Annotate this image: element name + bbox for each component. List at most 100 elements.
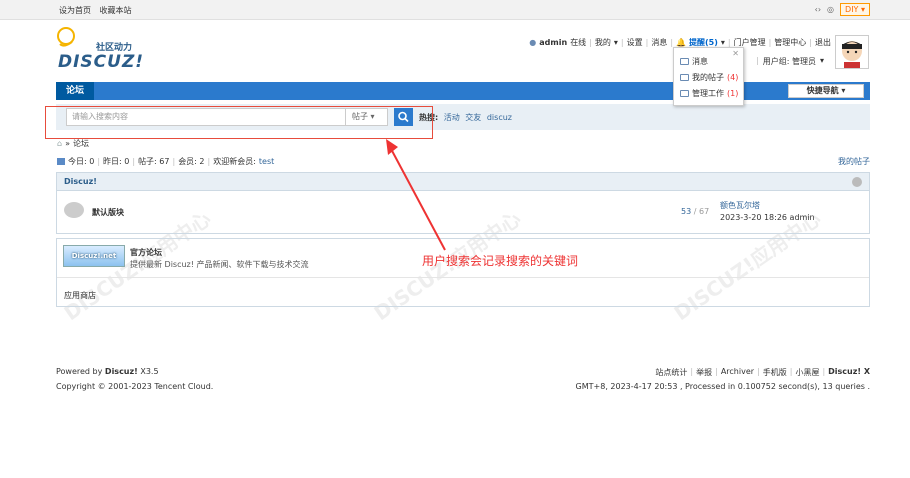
quick-nav-button[interactable]: 快捷导航 ▾ bbox=[788, 84, 864, 98]
bookmark-link[interactable]: 收藏本站 bbox=[100, 6, 132, 15]
breadcrumb-separator: » bbox=[65, 139, 70, 148]
last-post-user[interactable]: admin bbox=[790, 213, 815, 222]
avatar[interactable] bbox=[835, 35, 869, 69]
footer-link-report[interactable]: 举报 bbox=[696, 367, 712, 378]
hot-term[interactable]: 活动 bbox=[444, 113, 460, 122]
divider: | bbox=[690, 367, 694, 376]
hot-term[interactable]: discuz bbox=[487, 113, 512, 122]
admin-center-link[interactable]: 管理中心 bbox=[774, 37, 806, 48]
breadcrumb: ⌂ » 论坛 bbox=[57, 138, 89, 149]
set-home-link[interactable]: 设为首页 bbox=[59, 6, 91, 15]
chevron-down-icon: ▾ bbox=[720, 38, 725, 47]
diy-label: DIY bbox=[845, 5, 859, 14]
divider: | bbox=[132, 157, 136, 166]
user-icon: ● bbox=[529, 38, 537, 47]
logo-text: DISCUZ! bbox=[58, 52, 145, 72]
online-status: 在线 bbox=[570, 38, 587, 47]
forum-row: 默认版块 53 / 67 额色瓦尔塔 2023-3-20 18:26 admin bbox=[57, 191, 869, 233]
stat-posts: 帖子: 67 bbox=[138, 157, 170, 166]
forum-stats: 今日: 0 | 昨日: 0 | 帖子: 67 | 会员: 2 | 欢迎新会员: … bbox=[57, 156, 274, 167]
divider bbox=[57, 277, 869, 278]
footer-link-blackroom[interactable]: 小黑屋 bbox=[795, 367, 819, 378]
tab-forum[interactable]: 论坛 bbox=[56, 82, 95, 100]
powered-brand-link[interactable]: Discuz! bbox=[105, 367, 138, 376]
footer-copyright: Copyright © 2001-2023 Tencent Cloud. bbox=[56, 382, 214, 391]
dropdown-item-count: (1) bbox=[727, 89, 739, 98]
stat-members: 会员: 2 bbox=[178, 157, 205, 166]
collapse-icon[interactable] bbox=[852, 177, 862, 187]
dropdown-item-label: 消息 bbox=[692, 57, 708, 66]
newest-member-link[interactable]: test bbox=[259, 157, 274, 166]
count-separator: / bbox=[693, 207, 697, 216]
dropdown-item-admin-work[interactable]: 管理工作 (1) bbox=[680, 88, 738, 99]
dropdown-item-label: 我的帖子 bbox=[692, 73, 724, 82]
footer-links: 站点统计 | 举报 | Archiver | 手机版 | 小黑屋 | Discu… bbox=[655, 367, 870, 378]
post-count: 67 bbox=[698, 207, 710, 216]
divider: | bbox=[768, 38, 772, 47]
forum-icon bbox=[64, 202, 84, 218]
chevron-down-icon: ▾ bbox=[613, 38, 618, 47]
forum-name-link[interactable]: 默认版块 bbox=[92, 207, 124, 218]
divider: | bbox=[715, 367, 718, 376]
last-post-time: 2023-3-20 18:26 bbox=[720, 213, 787, 222]
forum-counts: 53 / 67 bbox=[681, 207, 709, 216]
divider: | bbox=[645, 38, 649, 47]
theme-icon[interactable]: ◎ bbox=[827, 5, 834, 14]
category-title[interactable]: Discuz! bbox=[64, 177, 97, 186]
annotation-arrow bbox=[386, 139, 446, 251]
home-icon[interactable]: ⌂ bbox=[57, 139, 62, 148]
version: X3.5 bbox=[140, 367, 159, 376]
footer-powered: Powered by Discuz! X3.5 bbox=[56, 367, 159, 376]
usergroup-bar: | 用户组: 管理员 ▾ bbox=[756, 56, 824, 67]
official-forum-desc: 提供最新 Discuz! 产品新闻、软件下载与技术交流 bbox=[130, 260, 309, 269]
category-header: Discuz! bbox=[57, 173, 869, 191]
official-forum-link[interactable]: 官方论坛 bbox=[130, 247, 162, 258]
app-store-link[interactable]: 应用商店 bbox=[64, 290, 96, 301]
link-icon bbox=[680, 90, 689, 97]
dropdown-item-messages[interactable]: 消息 bbox=[680, 56, 708, 67]
divider: | bbox=[172, 157, 176, 166]
footer-brand-link[interactable]: Discuz! X bbox=[828, 367, 870, 378]
footer-link-mobile[interactable]: 手机版 bbox=[763, 367, 787, 378]
close-icon[interactable]: ✕ bbox=[732, 49, 739, 58]
dropdown-item-label: 管理工作 bbox=[692, 89, 724, 98]
discuz-net-logo-text: Discuz!.net bbox=[71, 252, 117, 260]
site-logo[interactable]: 社区动力 DISCUZ! bbox=[56, 26, 156, 72]
divider: | bbox=[789, 367, 793, 376]
last-post-title[interactable]: 额色瓦尔塔 bbox=[720, 201, 760, 210]
last-post: 额色瓦尔塔 2023-3-20 18:26 admin bbox=[720, 200, 815, 224]
divider: | bbox=[757, 367, 760, 376]
welcome-label: 欢迎新会员: bbox=[213, 157, 256, 166]
footer-status: GMT+8, 2023-4-17 20:53 , Processed in 0.… bbox=[575, 382, 870, 391]
logout-link[interactable]: 退出 bbox=[815, 37, 831, 48]
username-link[interactable]: admin bbox=[539, 38, 567, 47]
divider: | bbox=[207, 157, 211, 166]
chevron-down-icon: ▾ bbox=[819, 56, 824, 65]
remind-dropdown: ✕ 消息 我的帖子 (4) 管理工作 (1) bbox=[673, 47, 744, 106]
annotation-highlight-box bbox=[45, 106, 433, 139]
messages-link[interactable]: 消息 bbox=[651, 37, 667, 48]
posts-icon bbox=[680, 74, 689, 81]
forum-category: Discuz! 默认版块 53 / 67 额色瓦尔塔 2023-3-20 18:… bbox=[56, 172, 870, 234]
discuz-net-logo[interactable]: Discuz!.net bbox=[63, 245, 125, 267]
my-posts-link[interactable]: 我的帖子 bbox=[838, 156, 870, 167]
top-bar: 设为首页 收藏本站 ‹› ◎ DIY ▾ bbox=[0, 0, 910, 20]
diy-button[interactable]: DIY ▾ bbox=[840, 3, 870, 16]
footer-link-stats[interactable]: 站点统计 bbox=[655, 367, 687, 378]
friend-links: Discuz!.net 官方论坛 提供最新 Discuz! 产品新闻、软件下载与… bbox=[56, 238, 870, 307]
hot-term[interactable]: 交友 bbox=[465, 113, 481, 122]
breadcrumb-forum[interactable]: 论坛 bbox=[73, 138, 89, 149]
my-menu[interactable]: 我的 bbox=[595, 37, 611, 48]
main-nav: 论坛 快捷导航 ▾ bbox=[56, 82, 870, 100]
settings-link[interactable]: 设置 bbox=[627, 37, 643, 48]
envelope-icon bbox=[680, 58, 689, 65]
usergroup-link[interactable]: 用户组: 管理员 bbox=[763, 56, 816, 67]
divider: | bbox=[589, 38, 592, 47]
dropdown-item-my-posts[interactable]: 我的帖子 (4) bbox=[680, 72, 738, 83]
footer-link-archiver[interactable]: Archiver bbox=[721, 367, 754, 378]
divider: | bbox=[670, 38, 674, 47]
code-icon[interactable]: ‹› bbox=[815, 5, 821, 14]
chart-icon bbox=[57, 158, 65, 165]
divider: | bbox=[97, 157, 101, 166]
divider: | bbox=[756, 56, 759, 65]
